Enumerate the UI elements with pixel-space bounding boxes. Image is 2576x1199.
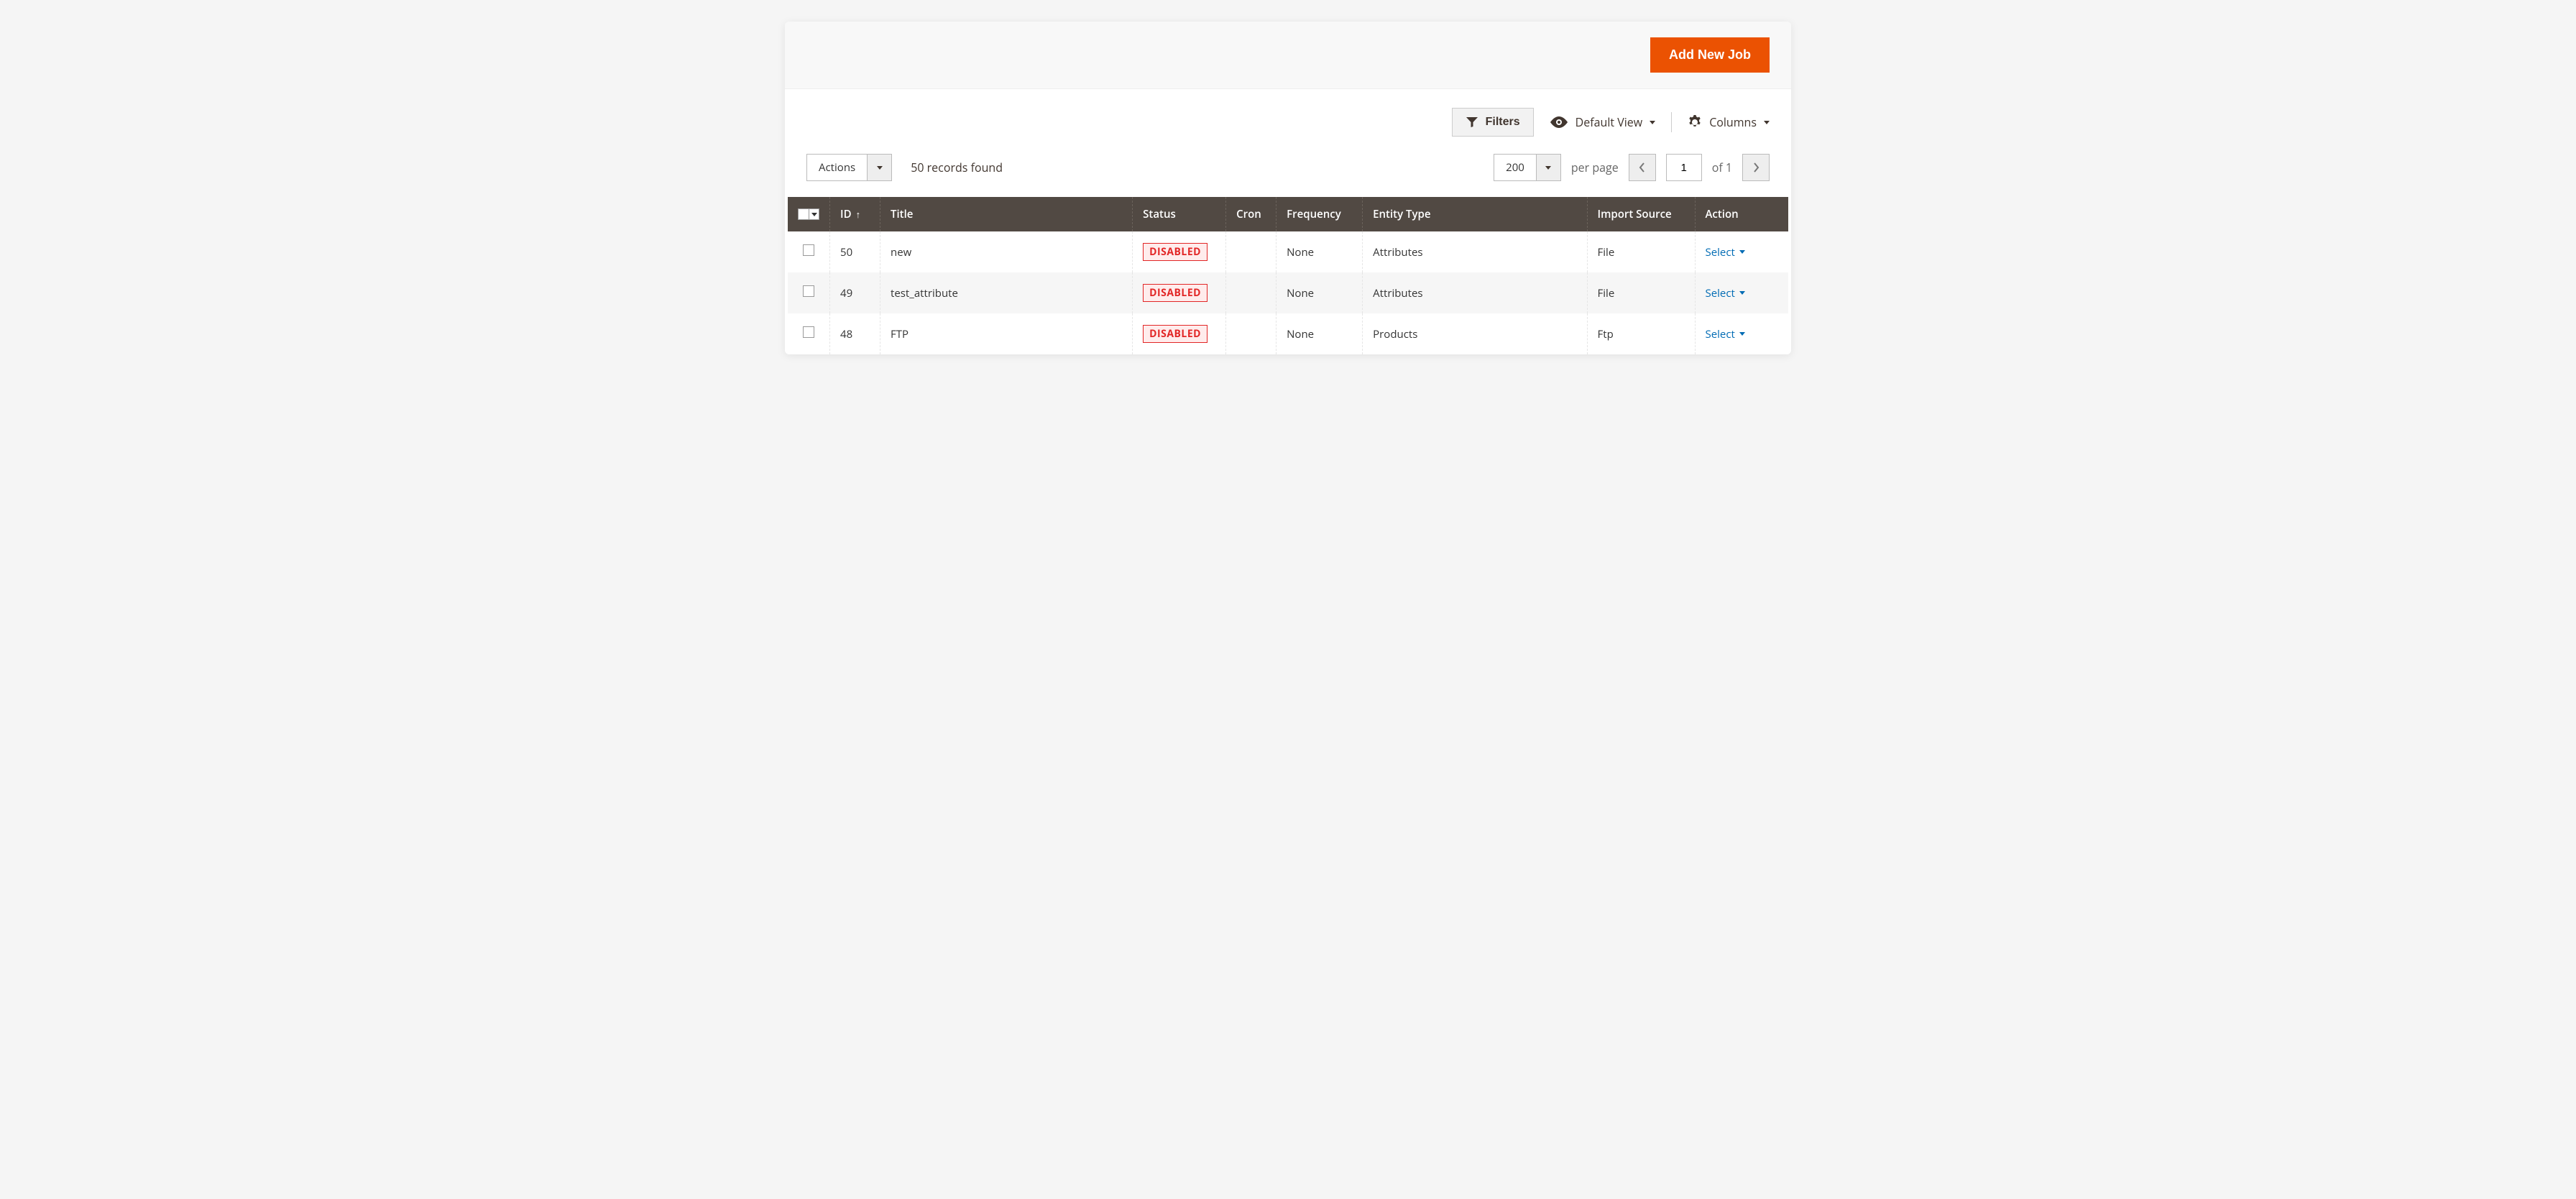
cell-cron: [1226, 313, 1276, 354]
admin-grid-card: Add New Job Filters Default View Columns…: [785, 22, 1791, 354]
cell-action: Select: [1695, 272, 1788, 313]
cell-title: new: [880, 231, 1133, 272]
col-header-title[interactable]: Title: [880, 197, 1133, 231]
col-header-id[interactable]: ID↑: [830, 197, 880, 231]
status-badge: DISABLED: [1143, 325, 1208, 343]
cell-frequency: None: [1276, 313, 1363, 354]
caret-down-icon: [1739, 332, 1745, 336]
eye-icon: [1550, 116, 1568, 128]
cell-entity: Products: [1363, 313, 1587, 354]
col-header-entity[interactable]: Entity Type: [1363, 197, 1587, 231]
cell-source: Ftp: [1587, 313, 1695, 354]
page-input[interactable]: [1666, 154, 1702, 181]
cell-id: 49: [830, 272, 880, 313]
table-row: 48FTP DISABLED NoneProductsFtp Select: [788, 313, 1788, 354]
row-action-select[interactable]: Select: [1706, 286, 1779, 300]
table-header-row: ID↑ Title Status Cron Frequency Entity T…: [788, 197, 1788, 231]
funnel-icon: [1466, 116, 1478, 128]
table-row: 50new DISABLED NoneAttributesFile Select: [788, 231, 1788, 272]
cell-source: File: [1587, 231, 1695, 272]
table-row: 49test_attribute DISABLED NoneAttributesFi…: [788, 272, 1788, 313]
caret-down-icon: [1764, 121, 1770, 124]
caret-down-icon: [1739, 250, 1745, 254]
sort-asc-icon: ↑: [856, 208, 861, 221]
cell-cron: [1226, 231, 1276, 272]
status-badge: DISABLED: [1143, 284, 1208, 302]
view-switcher[interactable]: Default View: [1550, 114, 1656, 130]
chevron-right-icon: [1752, 162, 1760, 173]
cell-title: test_attribute: [880, 272, 1133, 313]
table-wrap: ID↑ Title Status Cron Frequency Entity T…: [785, 197, 1791, 354]
left-controls: Actions 50 records found: [806, 154, 1003, 181]
gear-icon: [1688, 115, 1702, 129]
cell-action: Select: [1695, 231, 1788, 272]
row-checkbox-cell: [788, 313, 830, 354]
view-label: Default View: [1576, 114, 1643, 130]
col-header-action[interactable]: Action: [1695, 197, 1788, 231]
col-header-source[interactable]: Import Source: [1587, 197, 1695, 231]
row-action-select[interactable]: Select: [1706, 327, 1779, 341]
cell-entity: Attributes: [1363, 272, 1587, 313]
row-checkbox[interactable]: [803, 285, 814, 297]
columns-switcher[interactable]: Columns: [1688, 114, 1770, 130]
col-header-cron[interactable]: Cron: [1226, 197, 1276, 231]
grid-toolbar: Filters Default View Columns: [785, 89, 1791, 150]
row-checkbox[interactable]: [803, 326, 814, 338]
caret-down-icon: [1536, 155, 1560, 180]
row-checkbox[interactable]: [803, 244, 814, 256]
select-all-dropdown[interactable]: [809, 208, 819, 220]
caret-down-icon: [867, 155, 891, 180]
caret-down-icon: [1650, 121, 1655, 124]
cell-action: Select: [1695, 313, 1788, 354]
caret-down-icon: [1739, 291, 1745, 295]
cell-status: DISABLED: [1133, 231, 1226, 272]
cell-source: File: [1587, 272, 1695, 313]
col-header-status[interactable]: Status: [1133, 197, 1226, 231]
jobs-table: ID↑ Title Status Cron Frequency Entity T…: [788, 197, 1788, 354]
cell-cron: [1226, 272, 1276, 313]
cell-frequency: None: [1276, 272, 1363, 313]
divider: [1671, 112, 1672, 132]
cell-title: FTP: [880, 313, 1133, 354]
cell-id: 50: [830, 231, 880, 272]
next-page-button[interactable]: [1742, 154, 1770, 181]
top-bar: Add New Job: [785, 22, 1791, 89]
page-size-value: 200: [1494, 155, 1536, 180]
cell-status: DISABLED: [1133, 272, 1226, 313]
cell-status: DISABLED: [1133, 313, 1226, 354]
actions-dropdown[interactable]: Actions: [806, 154, 892, 181]
chevron-left-icon: [1639, 162, 1646, 173]
page-size-select[interactable]: 200: [1494, 154, 1561, 181]
grid-controls: Actions 50 records found 200 per page of…: [785, 150, 1791, 197]
actions-label: Actions: [807, 155, 867, 180]
records-count: 50 records found: [911, 160, 1003, 175]
right-controls: 200 per page of 1: [1494, 154, 1770, 181]
prev-page-button[interactable]: [1629, 154, 1656, 181]
row-action-select[interactable]: Select: [1706, 245, 1779, 259]
page-total-label: of 1: [1712, 160, 1732, 175]
select-all-checkbox[interactable]: [798, 208, 809, 220]
col-header-frequency[interactable]: Frequency: [1276, 197, 1363, 231]
cell-frequency: None: [1276, 231, 1363, 272]
row-checkbox-cell: [788, 231, 830, 272]
add-new-job-button[interactable]: Add New Job: [1650, 37, 1770, 73]
cell-id: 48: [830, 313, 880, 354]
cell-entity: Attributes: [1363, 231, 1587, 272]
status-badge: DISABLED: [1143, 243, 1208, 261]
filters-label: Filters: [1486, 116, 1520, 129]
col-header-select[interactable]: [788, 197, 830, 231]
per-page-label: per page: [1571, 160, 1619, 175]
columns-label: Columns: [1709, 114, 1757, 130]
filters-button[interactable]: Filters: [1452, 108, 1534, 137]
row-checkbox-cell: [788, 272, 830, 313]
